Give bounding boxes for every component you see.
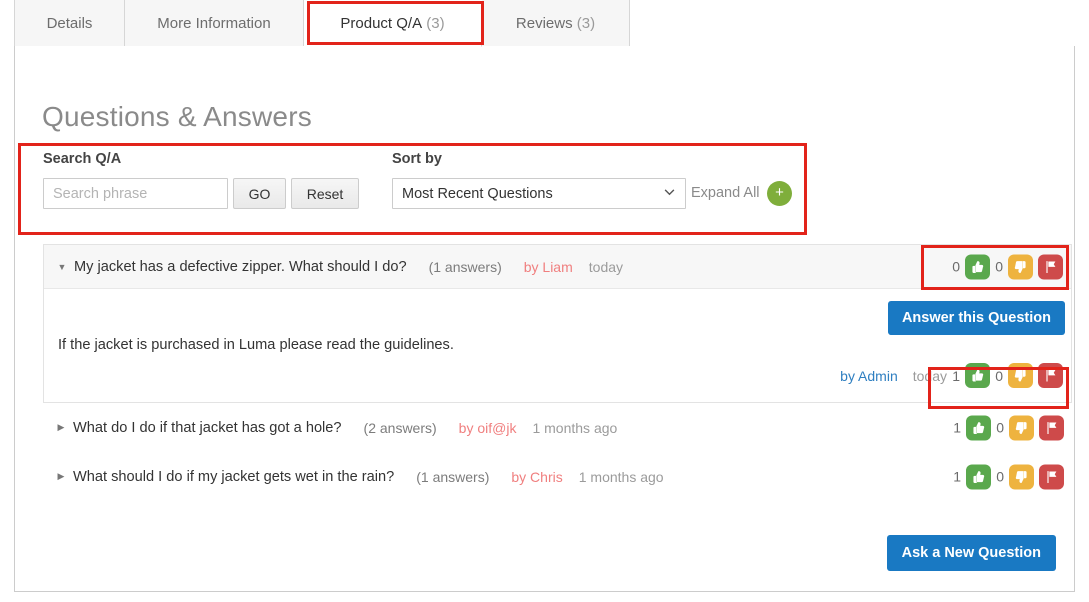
- flag-icon[interactable]: [1038, 363, 1063, 388]
- flag-icon[interactable]: [1038, 254, 1063, 279]
- question-answers-count: (1 answers): [416, 468, 490, 485]
- answer-downvote-count: 0: [995, 367, 1003, 384]
- thumbs-up-icon[interactable]: [966, 464, 991, 489]
- ask-a-new-question-button[interactable]: Ask a New Question: [886, 535, 1056, 571]
- question-answers-count: (2 answers): [363, 419, 437, 436]
- tab-details-label: Details: [46, 14, 93, 32]
- question-body: Answer this Question If the jacket is pu…: [44, 289, 1071, 402]
- expand-all-plus-icon[interactable]: +: [767, 181, 792, 206]
- tab-reviews-count: (3): [576, 14, 596, 32]
- question-vote-controls: 0 0: [952, 254, 1063, 279]
- question-upvote-count: 0: [952, 258, 960, 275]
- question-item: ▶ What do I do if that jacket has got a …: [43, 403, 1072, 452]
- question-text: What should I do if my jacket gets wet i…: [73, 468, 395, 485]
- qa-panel: Questions & Answers Search Q/A GO Reset …: [14, 46, 1075, 592]
- tab-more-information[interactable]: More Information: [125, 0, 304, 46]
- thumbs-down-icon[interactable]: [1009, 415, 1034, 440]
- expand-arrow-icon[interactable]: ▶: [49, 422, 73, 433]
- question-item: ▶ What should I do if my jacket gets wet…: [43, 452, 1072, 501]
- qa-filter-bar: Search Q/A GO Reset Sort by Most Recent …: [19, 144, 808, 236]
- go-button[interactable]: GO: [233, 178, 286, 209]
- answer-meta: by Admin today 1 0: [840, 363, 1063, 388]
- collapse-arrow-icon[interactable]: ▼: [50, 262, 74, 272]
- thumbs-up-icon[interactable]: [965, 254, 990, 279]
- page-title: Questions & Answers: [42, 101, 312, 132]
- question-upvote-count: 1: [953, 468, 961, 485]
- question-header[interactable]: ▶ What do I do if that jacket has got a …: [43, 403, 1072, 452]
- answer-text: If the jacket is purchased in Luma pleas…: [58, 337, 454, 353]
- tab-product-qa[interactable]: Product Q/A (3): [304, 1, 482, 47]
- question-downvote-count: 0: [996, 468, 1004, 485]
- answer-author[interactable]: by Admin: [840, 368, 898, 384]
- question-author[interactable]: by oif@jk: [459, 420, 517, 436]
- sort-by-label: Sort by: [392, 151, 442, 167]
- question-author[interactable]: by Liam: [524, 259, 573, 275]
- answer-date: today: [912, 367, 947, 384]
- tab-more-information-label: More Information: [157, 14, 271, 32]
- thumbs-up-icon[interactable]: [966, 415, 991, 440]
- product-qa-page: Details More Information Product Q/A (3)…: [0, 0, 1089, 602]
- expand-all-link[interactable]: Expand All: [691, 185, 760, 201]
- question-upvote-count: 1: [953, 419, 961, 436]
- search-label: Search Q/A: [43, 151, 122, 167]
- question-downvote-count: 0: [996, 419, 1004, 436]
- reset-button[interactable]: Reset: [291, 178, 359, 209]
- questions-list: ▼ My jacket has a defective zipper. What…: [43, 244, 1072, 501]
- question-header[interactable]: ▼ My jacket has a defective zipper. What…: [44, 245, 1071, 289]
- product-tabs: Details More Information Product Q/A (3)…: [14, 0, 1075, 47]
- question-date: 1 months ago: [532, 419, 618, 436]
- flag-icon[interactable]: [1039, 464, 1064, 489]
- question-vote-controls: 1 0: [953, 464, 1064, 489]
- question-header[interactable]: ▶ What should I do if my jacket gets wet…: [43, 452, 1072, 501]
- question-answers-count: (1 answers): [428, 258, 502, 275]
- flag-icon[interactable]: [1039, 415, 1064, 440]
- tab-product-qa-label: Product Q/A: [340, 15, 423, 32]
- search-input[interactable]: [43, 178, 228, 209]
- question-item: ▼ My jacket has a defective zipper. What…: [43, 244, 1072, 403]
- tab-product-qa-count: (3): [426, 15, 445, 32]
- tab-reviews-label: Reviews: [515, 14, 573, 32]
- tab-reviews[interactable]: Reviews (3): [482, 0, 630, 46]
- tab-details[interactable]: Details: [14, 0, 125, 46]
- thumbs-down-icon[interactable]: [1009, 464, 1034, 489]
- question-text: What do I do if that jacket has got a ho…: [73, 419, 342, 436]
- thumbs-up-icon[interactable]: [965, 363, 990, 388]
- question-vote-controls: 1 0: [953, 415, 1064, 440]
- thumbs-down-icon[interactable]: [1008, 363, 1033, 388]
- question-text: My jacket has a defective zipper. What s…: [74, 258, 407, 275]
- answer-this-question-button[interactable]: Answer this Question: [887, 301, 1065, 335]
- answer-upvote-count: 1: [952, 367, 960, 384]
- question-date: 1 months ago: [578, 468, 664, 485]
- question-author[interactable]: by Chris: [511, 469, 562, 485]
- expand-arrow-icon[interactable]: ▶: [49, 471, 73, 482]
- question-downvote-count: 0: [995, 258, 1003, 275]
- sort-by-select[interactable]: Most Recent Questions: [392, 178, 686, 209]
- question-date: today: [588, 258, 624, 275]
- thumbs-down-icon[interactable]: [1008, 254, 1033, 279]
